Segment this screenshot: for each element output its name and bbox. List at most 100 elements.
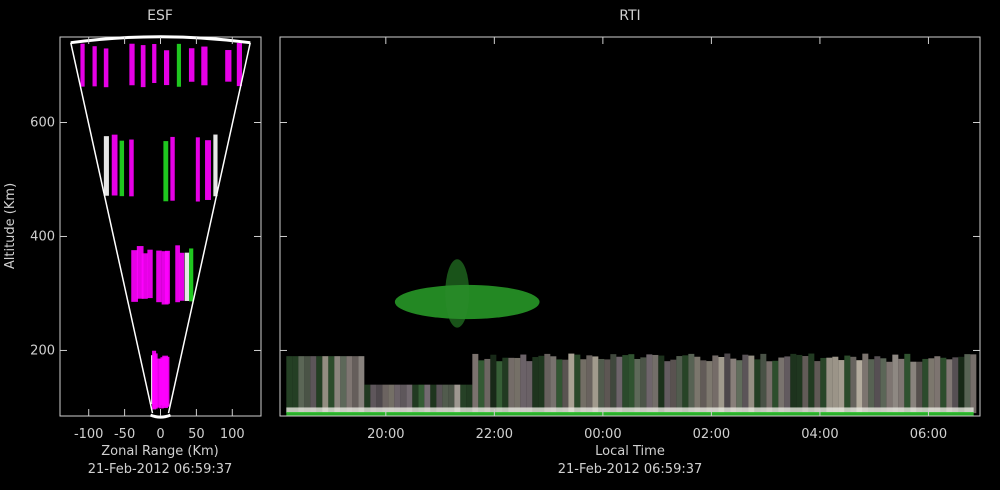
rti-echo-column <box>874 356 881 414</box>
esf-echo-stripe <box>163 141 169 202</box>
rti-echo-column <box>958 356 965 414</box>
esf-echo-stripe <box>176 43 181 87</box>
rti-echo-column <box>340 356 347 414</box>
rti-echo-column <box>778 357 785 414</box>
rti-echo-column <box>658 355 665 414</box>
esf-x-tick-label: 50 <box>188 427 205 442</box>
rti-echo-column <box>610 354 617 414</box>
esf-echo-stripe <box>236 42 242 87</box>
rti-echo-column <box>640 357 647 414</box>
esf-echo-stripe <box>225 50 232 82</box>
rti-echo-column <box>556 359 563 414</box>
esf-echo-stripe <box>111 134 118 196</box>
rti-echo-column <box>676 356 683 414</box>
rti-echo-column <box>754 359 761 414</box>
rti-echo-column <box>904 353 911 414</box>
rti-echo-column <box>838 360 845 414</box>
rti-echo-column <box>526 361 533 414</box>
rti-echo-column <box>760 353 767 414</box>
rti-echo-column <box>832 356 839 414</box>
rti-echo-column <box>748 355 755 414</box>
rti-echo-column <box>322 356 329 414</box>
esf-x-tick-label: 100 <box>220 427 245 442</box>
esf-y-tick-label: 200 <box>30 343 55 358</box>
rti-echo-column <box>334 356 341 414</box>
rti-echo-column <box>964 354 971 414</box>
rti-echo-column <box>682 355 689 414</box>
esf-echo-stripe <box>195 137 200 202</box>
rti-echo-column <box>724 353 731 414</box>
esf-echo-stripe <box>175 245 180 303</box>
rti-echo-plume-core <box>445 259 470 328</box>
rti-echo-column <box>826 357 833 414</box>
rti-echo-column <box>496 361 503 414</box>
rti-echo-column <box>628 354 635 414</box>
rti-echo-column <box>574 354 581 414</box>
rti-echo-column <box>502 357 509 414</box>
rti-echo-column <box>772 360 779 414</box>
rti-echo-column <box>688 353 695 414</box>
rti-echo-column <box>616 356 623 414</box>
esf-x-tick-label: 0 <box>156 427 164 442</box>
rti-echo-column <box>718 356 725 414</box>
rti-echo-column <box>730 358 737 414</box>
rti-echo-column <box>670 359 677 414</box>
rti-x-axis-label: Local Time <box>595 444 665 459</box>
rti-echo-column <box>820 357 827 414</box>
esf-echo-stripe <box>188 48 195 82</box>
rti-echo-column <box>946 359 953 414</box>
esf-echo-stripe <box>184 252 190 301</box>
rti-echo-column <box>652 354 659 414</box>
esf-y-tick-label: 400 <box>30 229 55 244</box>
rti-echo-column <box>310 356 317 414</box>
rti-echo-column <box>814 361 821 414</box>
rti-echo-column <box>694 356 701 414</box>
rti-echo-column <box>586 355 593 414</box>
rti-echo-column <box>868 359 875 414</box>
rti-echo-column <box>520 354 527 414</box>
rti-x-tick-label: 22:00 <box>476 427 513 442</box>
esf-x-axis-label: Zonal Range (Km) <box>101 444 218 459</box>
rti-echo-column <box>346 356 353 414</box>
rti-panel: RTI 20:00 22:00 00:00 02:00 04:00 06:00 Local… <box>279 8 981 477</box>
rti-echo-column <box>970 354 977 414</box>
rti-echo-column <box>844 355 851 414</box>
rti-echo-column <box>292 356 299 414</box>
rti-echo-column <box>316 356 323 414</box>
rti-echo-column <box>856 360 863 414</box>
esf-echo-stripe <box>129 43 135 86</box>
esf-echo-stripe <box>103 136 109 196</box>
rti-echo-column <box>940 357 947 414</box>
rti-echo-column <box>922 358 929 414</box>
esf-x-tick-label: -50 <box>114 427 135 442</box>
rti-echo-column <box>598 358 605 414</box>
rti-echo-column <box>766 361 773 414</box>
esf-echo-stripe <box>147 249 153 299</box>
esf-echo-stripe <box>156 250 162 303</box>
rti-echo-column <box>700 360 707 414</box>
rti-echo-column <box>544 353 551 414</box>
esf-echo-stripe <box>152 44 157 84</box>
esf-echo-stripe <box>129 139 134 197</box>
rti-echo-column <box>352 356 359 414</box>
rti-echo-column <box>898 358 905 414</box>
esf-echo-stripe <box>170 136 175 201</box>
rti-echo-column <box>622 355 629 414</box>
esf-title: ESF <box>147 8 173 24</box>
rti-echo-column <box>850 356 857 414</box>
rti-echo-column <box>580 359 587 414</box>
rti-x-tick-label: 00:00 <box>584 427 621 442</box>
esf-y-axis-label: Altitude (Km) <box>3 183 18 269</box>
rti-echo-base-green <box>286 412 974 416</box>
rti-echo-column <box>880 358 887 414</box>
esf-echo-stripe <box>140 45 146 88</box>
rti-echo-column <box>634 358 641 414</box>
rti-echo-column <box>796 354 803 414</box>
rti-echo-column <box>358 356 365 414</box>
esf-echo-stripe <box>205 140 211 200</box>
rti-echo-column <box>736 360 743 414</box>
rti-x-tick-label: 04:00 <box>801 427 838 442</box>
rti-echo-column <box>712 355 719 414</box>
esf-echo-stripe <box>80 43 85 87</box>
esf-echo-stripe <box>141 253 148 299</box>
